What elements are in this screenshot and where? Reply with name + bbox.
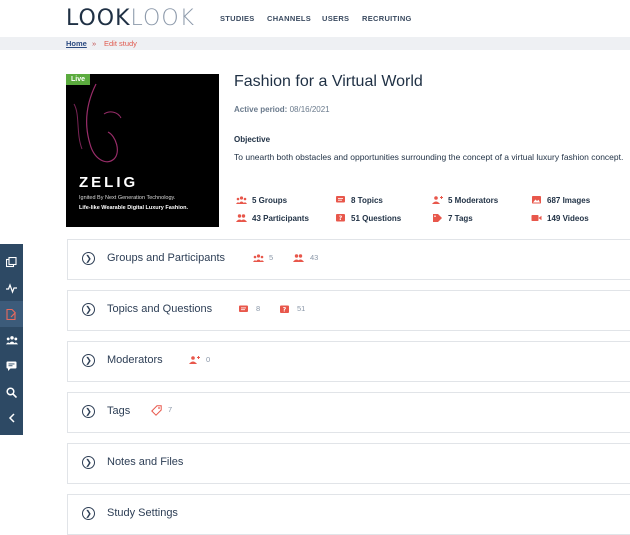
chevron-right-icon[interactable]: ❯ bbox=[82, 252, 95, 265]
sidebar-search-button[interactable] bbox=[0, 379, 23, 405]
participants-icon bbox=[293, 254, 304, 262]
participants-count: 43 bbox=[310, 253, 319, 262]
active-period-value: 08/16/2021 bbox=[289, 105, 330, 114]
thumbnail-tagline: Ignited By Next Generation Technology. bbox=[79, 195, 176, 201]
nav-channels[interactable]: CHANNELS bbox=[267, 14, 311, 23]
copy-icon bbox=[5, 256, 17, 268]
chevron-right-icon[interactable]: ❯ bbox=[82, 456, 95, 469]
live-badge: Live bbox=[66, 74, 91, 85]
section-label: Groups and Participants bbox=[107, 252, 226, 264]
stat-videos-label: 149 Videos bbox=[547, 214, 589, 223]
groups-icon bbox=[236, 196, 247, 204]
stat-groups-label: 5 Groups bbox=[252, 196, 288, 205]
moderators-icon bbox=[432, 196, 443, 204]
study-thumbnail[interactable]: Live ZELIG Ignited By Next Generation Te… bbox=[66, 74, 219, 227]
search-icon bbox=[6, 387, 18, 399]
section-notes-and-files[interactable]: ❯ Notes and Files bbox=[67, 443, 630, 484]
stat-groups: 5 Groups bbox=[236, 196, 287, 205]
stat-moderators-label: 5 Moderators bbox=[448, 196, 499, 205]
sidebar-activity-button[interactable] bbox=[0, 275, 23, 301]
objective-text: To unearth both obstacles and opportunit… bbox=[234, 152, 624, 162]
users-icon bbox=[5, 336, 18, 345]
section-label: Topics and Questions bbox=[107, 303, 213, 315]
top-navigation-bar: LOOKLOOK STUDIES CHANNELS USERS RECRUITI… bbox=[0, 0, 630, 37]
stat-tags-label: 7 Tags bbox=[448, 214, 473, 223]
participants-icon bbox=[236, 214, 247, 222]
stat-questions: ? 51 Questions bbox=[335, 214, 401, 223]
sidebar-messages-button[interactable] bbox=[0, 353, 23, 379]
svg-text:?: ? bbox=[283, 307, 287, 314]
chevron-right-icon[interactable]: ❯ bbox=[82, 405, 95, 418]
sidebar-collapse-button[interactable] bbox=[0, 405, 23, 431]
thumbnail-subtitle: Life-like Wearable Digital Luxury Fashio… bbox=[79, 205, 189, 211]
stat-images-label: 687 Images bbox=[547, 196, 591, 205]
sidebar-copy-button[interactable] bbox=[0, 249, 23, 275]
video-icon bbox=[531, 215, 542, 221]
tags-count: 7 bbox=[168, 405, 173, 414]
section-groups-and-participants[interactable]: ❯ Groups and Participants 5 43 bbox=[67, 239, 630, 280]
breadcrumb-current: Edit study bbox=[104, 39, 137, 48]
thumbnail-brand: ZELIG bbox=[79, 174, 139, 191]
sidebar-users-button[interactable] bbox=[0, 327, 23, 353]
topics-icon bbox=[336, 196, 345, 203]
stat-participants: 43 Participants bbox=[236, 214, 309, 223]
svg-text:?: ? bbox=[339, 215, 343, 222]
moderators-icon bbox=[189, 356, 200, 364]
questions-icon: ? bbox=[336, 214, 345, 222]
study-title: Fashion for a Virtual World bbox=[234, 73, 423, 90]
breadcrumb-separator: » bbox=[92, 39, 97, 48]
breadcrumb-home-link[interactable]: Home bbox=[66, 39, 87, 48]
section-moderators[interactable]: ❯ Moderators 0 bbox=[67, 341, 630, 382]
chevron-right-icon[interactable]: ❯ bbox=[82, 507, 95, 520]
active-period: Active period: 08/16/2021 bbox=[234, 105, 330, 114]
section-label: Tags bbox=[107, 405, 131, 417]
stat-questions-label: 51 Questions bbox=[351, 214, 402, 223]
nav-recruiting[interactable]: RECRUITING bbox=[362, 14, 412, 23]
questions-icon: ? bbox=[280, 305, 289, 314]
stat-topics: 8 Topics bbox=[335, 196, 383, 205]
topics-count: 8 bbox=[256, 304, 261, 313]
chevron-left-icon bbox=[8, 413, 15, 423]
groups-count: 5 bbox=[269, 253, 274, 262]
topics-icon bbox=[239, 305, 248, 312]
logo-part-light: LOOK bbox=[130, 6, 196, 31]
chevron-right-icon[interactable]: ❯ bbox=[82, 354, 95, 367]
active-period-label: Active period: bbox=[234, 105, 288, 114]
groups-icon bbox=[253, 254, 264, 262]
stat-tags: 7 Tags bbox=[432, 214, 473, 223]
nav-studies[interactable]: STUDIES bbox=[220, 14, 255, 23]
nav-users[interactable]: USERS bbox=[322, 14, 349, 23]
section-topics-and-questions[interactable]: ❯ Topics and Questions 8 ? 51 bbox=[67, 290, 630, 331]
logo-part-dark: LOOK bbox=[66, 6, 131, 31]
image-icon bbox=[532, 196, 541, 204]
stat-videos: 149 Videos bbox=[531, 214, 589, 223]
section-label: Notes and Files bbox=[107, 456, 184, 468]
side-toolbar bbox=[0, 244, 23, 435]
section-tags[interactable]: ❯ Tags 7 bbox=[67, 392, 630, 433]
questions-count: 51 bbox=[297, 304, 306, 313]
stat-images: 687 Images bbox=[531, 196, 590, 205]
section-label: Moderators bbox=[107, 354, 163, 366]
moderators-count: 0 bbox=[206, 355, 211, 364]
chat-icon bbox=[6, 361, 17, 371]
stat-participants-label: 43 Participants bbox=[252, 214, 309, 223]
app-logo[interactable]: LOOKLOOK bbox=[66, 6, 195, 31]
chevron-right-icon[interactable]: ❯ bbox=[82, 303, 95, 316]
objective-heading: Objective bbox=[234, 135, 271, 144]
edit-document-icon bbox=[6, 308, 16, 321]
activity-icon bbox=[6, 283, 17, 294]
tag-outline-icon bbox=[151, 405, 162, 416]
stat-topics-label: 8 Topics bbox=[351, 196, 383, 205]
sidebar-edit-document-button[interactable] bbox=[0, 301, 23, 327]
section-label: Study Settings bbox=[107, 507, 178, 519]
tag-icon bbox=[433, 214, 442, 222]
stat-moderators: 5 Moderators bbox=[432, 196, 498, 205]
